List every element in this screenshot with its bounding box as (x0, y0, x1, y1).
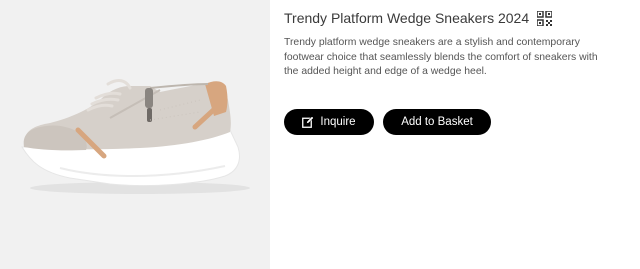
qr-code-icon[interactable] (536, 9, 553, 27)
product-info: Trendy Platform Wedge Sneakers 2024 Tren… (284, 8, 614, 90)
inquire-label: Inquire (320, 116, 356, 128)
product-image (0, 0, 270, 269)
sneaker-photo (0, 0, 270, 269)
add-to-basket-label: Add to Basket (401, 116, 473, 128)
product-title: Trendy Platform Wedge Sneakers 2024 (284, 10, 530, 26)
product-description: Trendy platform wedge sneakers are a sty… (284, 37, 598, 77)
title-row: Trendy Platform Wedge Sneakers 2024 (284, 8, 614, 28)
add-to-basket-button[interactable]: Add to Basket (383, 109, 491, 135)
product-actions: Inquire Add to Basket (284, 109, 491, 135)
inquire-button[interactable]: Inquire (284, 109, 374, 135)
edit-icon (302, 116, 315, 128)
